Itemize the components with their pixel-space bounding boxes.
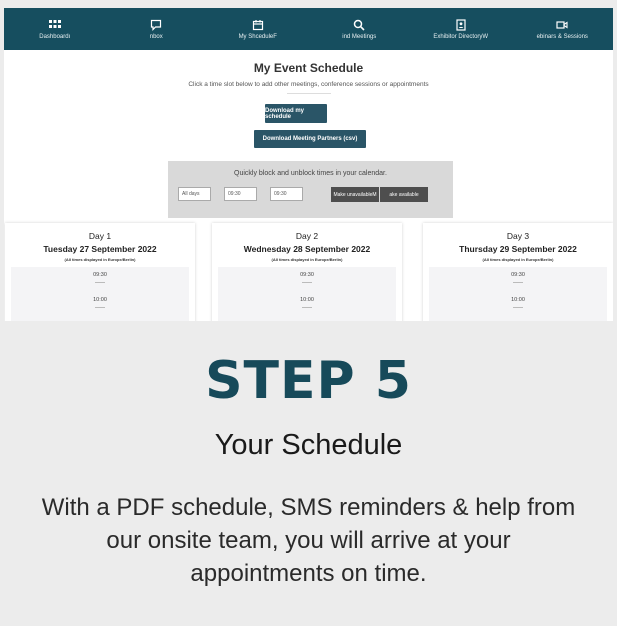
slot-divider [95,307,105,308]
nav-label: nbox [149,33,163,40]
day-label: Day 1 [88,231,112,241]
time-slot[interactable]: 09:30 [218,272,396,278]
promo-frame: Dashboardı nbox My ShceduleF ind Meeting… [0,0,617,626]
nav-dashboard[interactable]: Dashboardı [4,8,106,50]
divider [287,93,331,94]
nav-exhibitor-directory[interactable]: Exhibitor DirectoryW [410,8,512,50]
day-date: Tuesday 27 September 2022 [43,244,157,254]
day-date: Thursday 29 September 2022 [459,244,577,254]
make-unavailable-button[interactable]: Make unavailableM [331,187,379,202]
top-nav: Dashboardı nbox My ShceduleF ind Meeting… [4,8,613,50]
time-slot[interactable]: 10:00 [218,297,396,303]
day-label: Day 3 [506,231,530,241]
day-select[interactable]: All days [178,187,211,201]
schedule-panel: My Event Schedule Click a time slot belo… [4,50,613,321]
grid-icon [48,19,61,28]
make-available-button[interactable]: ake available [380,187,428,202]
calendar-icon [252,19,263,30]
time-slot[interactable]: 10:00 [429,297,607,303]
time-slot[interactable]: 09:30 [429,272,607,278]
download-schedule-button[interactable]: Download my schedule [265,104,327,123]
slot-list: 09:30 10:00 [429,267,607,321]
time-slot[interactable]: 09:30 [11,272,189,278]
day-label: Day 2 [295,231,319,241]
day-timezone: (All times displayed in Europe/Berlin) [64,257,136,262]
nav-webinars-sessions[interactable]: ebinars & Sessions [512,8,614,50]
day-card-2: Day 2 Wednesday 28 September 2022 (All t… [212,223,402,321]
block-times-box: Quickly block and unblock times in your … [168,161,453,218]
video-icon [556,20,568,29]
day-timezone: (All times displayed in Europe/Berlin) [271,257,343,262]
slot-divider [302,282,312,283]
search-icon [354,19,365,31]
slot-divider [513,282,523,283]
day-card-1: Day 1 Tuesday 27 September 2022 (All tim… [5,223,195,321]
promo-title: Your Schedule [214,429,403,461]
download-partners-button[interactable]: Download Meeting Partners (csv) [254,130,366,148]
page-title: My Event Schedule [253,61,364,75]
promo-panel: STEP 5 Your Schedule With a PDF schedule… [4,321,613,626]
block-times-title: Quickly block and unblock times in your … [234,170,387,177]
nav-label: My ShceduleF [238,33,277,40]
nav-label: ebinars & Sessions [536,33,588,40]
slot-divider [513,307,523,308]
nav-label: ind Meetings [342,33,377,40]
slot-divider [95,282,105,283]
day-date: Wednesday 28 September 2022 [243,244,371,254]
promo-description: With a PDF schedule, SMS reminders & hel… [41,494,576,587]
contact-card-icon [456,18,466,31]
nav-inbox[interactable]: nbox [106,8,208,50]
step-heading: STEP 5 [205,351,412,411]
chat-icon [151,19,162,31]
from-time-field[interactable]: 09:30 [224,187,257,201]
nav-my-schedule[interactable]: My ShceduleF [207,8,309,50]
nav-label: Exhibitor DirectoryW [433,33,489,40]
nav-label: Dashboardı [39,33,71,40]
slot-list: 09:30 10:00 [11,267,189,321]
time-slot[interactable]: 10:00 [11,297,189,303]
slot-divider [302,307,312,308]
day-card-3: Day 3 Thursday 29 September 2022 (All ti… [423,223,613,321]
nav-find-meetings[interactable]: ind Meetings [309,8,411,50]
day-timezone: (All times displayed in Europe/Berlin) [482,257,554,262]
to-time-field[interactable]: 09:30 [270,187,303,201]
page-subtitle: Click a time slot below to add other mee… [188,81,429,88]
slot-list: 09:30 10:00 [218,267,396,321]
